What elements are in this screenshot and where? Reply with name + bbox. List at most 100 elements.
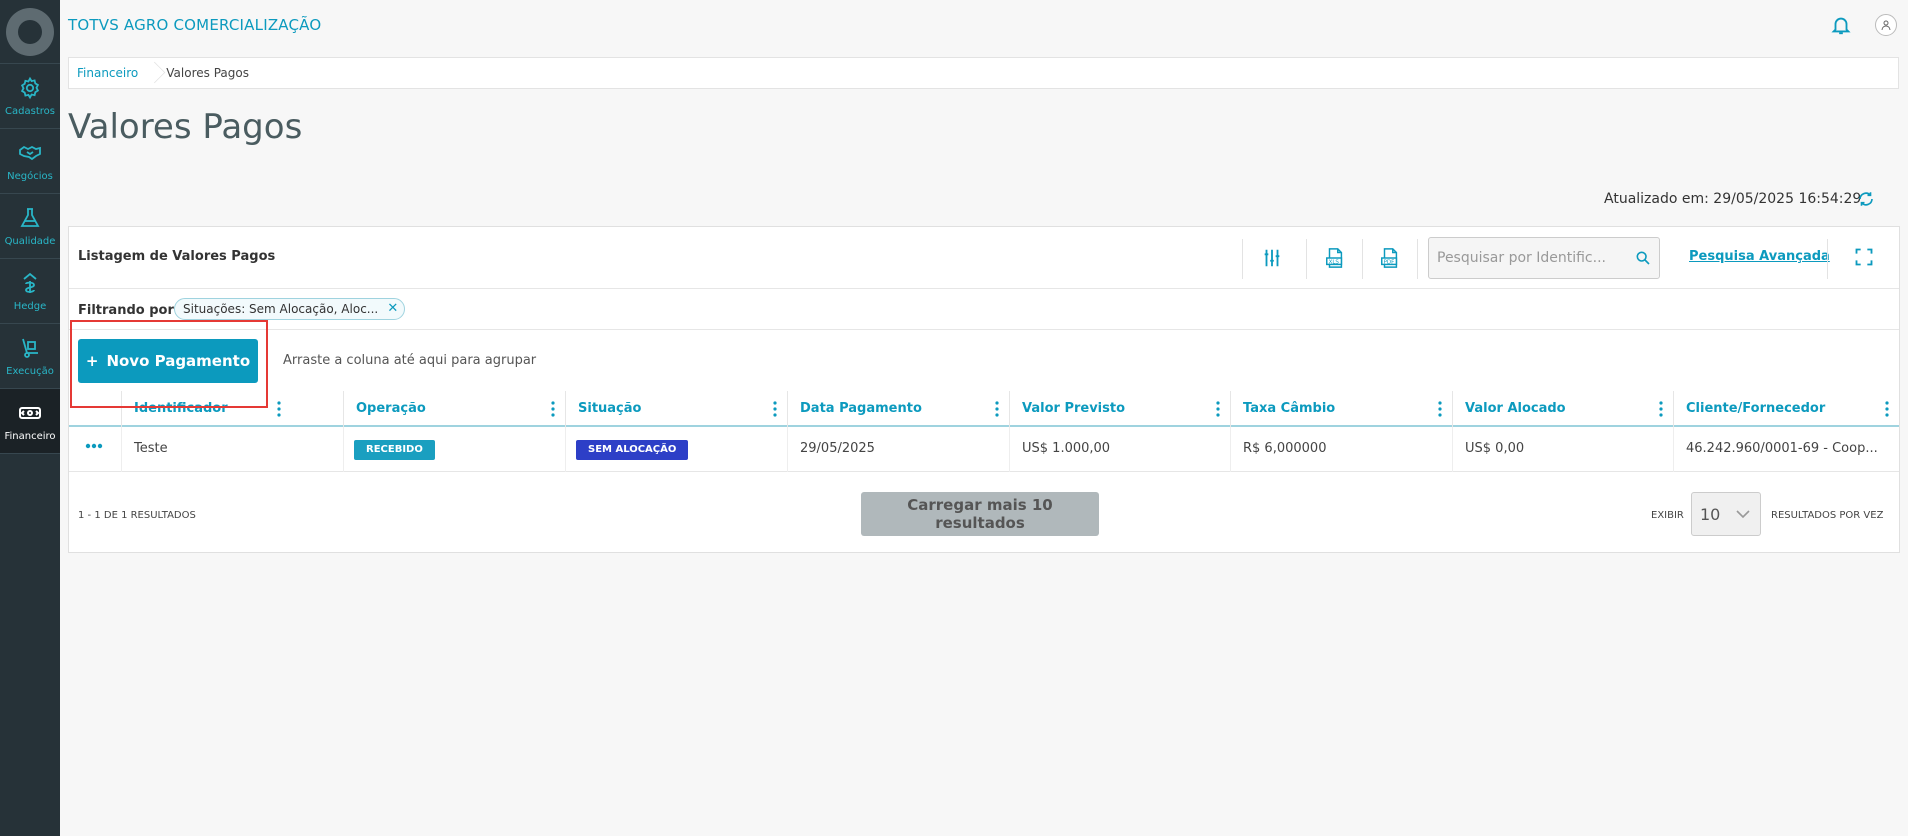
per-page-label: RESULTADOS POR VEZ xyxy=(1771,510,1884,521)
column-header-cliente-fornecedor[interactable]: Cliente/Fornecedor xyxy=(1673,391,1899,427)
column-header-valor-alocado[interactable]: Valor Alocado xyxy=(1452,391,1673,427)
refresh-icon[interactable] xyxy=(1857,190,1875,208)
last-updated-text: Atualizado em: 29/05/2025 16:54:29 xyxy=(1604,191,1862,207)
breadcrumb-current: Valores Pagos xyxy=(166,66,249,80)
sidebar-item-execucao[interactable]: Execução xyxy=(0,324,60,389)
show-label: EXIBIR xyxy=(1651,510,1684,521)
sidebar: Cadastros Negócios Qualidade Hedge Execu… xyxy=(0,0,60,836)
bell-icon[interactable] xyxy=(1830,14,1852,36)
sidebar-item-negocios[interactable]: Negócios xyxy=(0,129,60,194)
flask-icon xyxy=(20,207,40,227)
export-pdf-icon[interactable]: PDF xyxy=(1379,247,1401,269)
table-row[interactable]: Teste RECEBIDO SEM ALOCAÇÃO 29/05/2025 U… xyxy=(69,427,1899,472)
column-label: Cliente/Fornecedor xyxy=(1686,401,1826,416)
filter-chip-label: Situações: Sem Alocação, Aloc... xyxy=(183,302,379,316)
plus-icon: + xyxy=(85,352,99,370)
sidebar-item-financeiro[interactable]: Financeiro xyxy=(0,389,60,454)
group-drop-hint: Arraste a coluna até aqui para agrupar xyxy=(283,353,537,368)
status-badge-operacao: RECEBIDO xyxy=(354,440,435,460)
user-icon xyxy=(1881,20,1891,31)
column-header-taxa-cambio[interactable]: Taxa Câmbio xyxy=(1230,391,1452,427)
cell-value: R$ 6,000000 xyxy=(1243,441,1327,456)
column-header-valor-previsto[interactable]: Valor Previsto xyxy=(1009,391,1230,427)
column-menu-icon[interactable] xyxy=(1659,401,1663,417)
logo-icon xyxy=(6,7,54,56)
column-menu-icon[interactable] xyxy=(1438,401,1442,417)
column-header-operacao[interactable]: Operação xyxy=(343,391,565,427)
cell-value: US$ 0,00 xyxy=(1465,441,1525,456)
user-avatar-button[interactable] xyxy=(1875,14,1897,36)
export-xls-icon[interactable]: XLS xyxy=(1324,247,1346,269)
money-icon xyxy=(19,406,41,419)
sidebar-item-qualidade[interactable]: Qualidade xyxy=(0,194,60,259)
column-header-identificador[interactable]: Identificador xyxy=(121,391,291,427)
cell-identificador: Teste xyxy=(121,427,343,472)
top-header: TOTVS AGRO COMERCIALIZAÇÃO xyxy=(60,0,1908,50)
column-label: Valor Alocado xyxy=(1465,401,1566,416)
filter-label: Filtrando por: xyxy=(78,303,180,318)
cell-value: 29/05/2025 xyxy=(800,441,875,456)
list-title: Listagem de Valores Pagos xyxy=(78,249,276,264)
app-title: TOTVS AGRO COMERCIALIZAÇÃO xyxy=(68,16,322,34)
breadcrumb-link-financeiro[interactable]: Financeiro xyxy=(69,66,148,80)
sidebar-item-label: Qualidade xyxy=(4,235,56,247)
toolbar-divider xyxy=(1827,239,1828,279)
column-menu-icon[interactable] xyxy=(995,401,999,417)
sidebar-item-label: Execução xyxy=(6,365,54,377)
sidebar-item-hedge[interactable]: Hedge xyxy=(0,259,60,324)
column-label: Valor Previsto xyxy=(1022,401,1126,416)
group-row: + Novo Pagamento Arraste a coluna até aq… xyxy=(69,330,1899,391)
new-payment-button[interactable]: + Novo Pagamento xyxy=(78,339,258,383)
cell-data-pagamento: 29/05/2025 xyxy=(787,427,1009,472)
cell-value: US$ 1.000,00 xyxy=(1022,441,1111,456)
search-icon[interactable] xyxy=(1635,250,1651,266)
sidebar-item-cadastros[interactable]: Cadastros xyxy=(0,64,60,129)
toolbar-divider xyxy=(1306,239,1307,279)
breadcrumb-separator xyxy=(148,57,158,89)
totvs-logo[interactable] xyxy=(0,0,60,64)
column-label: Operação xyxy=(356,401,426,416)
cell-valor-previsto: US$ 1.000,00 xyxy=(1009,427,1230,472)
column-menu-icon[interactable] xyxy=(551,401,555,417)
column-label: Taxa Câmbio xyxy=(1243,401,1336,416)
column-menu-icon[interactable] xyxy=(277,401,281,417)
cell-valor-alocado: US$ 0,00 xyxy=(1452,427,1673,472)
hand-truck-icon xyxy=(22,338,38,358)
cell-situacao: SEM ALOCAÇÃO xyxy=(565,427,787,472)
sidebar-item-label: Financeiro xyxy=(4,430,56,442)
cell-operacao: RECEBIDO xyxy=(343,427,565,472)
cell-value: 46.242.960/0001-69 - Coop... xyxy=(1686,441,1878,456)
column-menu-icon[interactable] xyxy=(1216,401,1220,417)
fullscreen-icon[interactable] xyxy=(1854,247,1874,267)
table-header: Identificador Operação Situação Data Pag… xyxy=(69,391,1899,427)
column-menu-icon[interactable] xyxy=(1885,401,1889,417)
handshake-icon xyxy=(19,145,41,160)
sidebar-item-label: Hedge xyxy=(13,300,47,312)
per-page-value: 10 xyxy=(1700,505,1721,524)
filter-row: Filtrando por: Situações: Sem Alocação, … xyxy=(69,289,1899,330)
search-input[interactable] xyxy=(1437,248,1627,268)
toolbar-divider xyxy=(1362,239,1363,279)
column-header-data-pagamento[interactable]: Data Pagamento xyxy=(787,391,1009,427)
toolbar-divider xyxy=(1242,239,1243,279)
load-more-button[interactable]: Carregar mais 10 resultados xyxy=(861,492,1099,536)
page-title: Valores Pagos xyxy=(68,107,303,147)
cell-cliente-fornecedor: 46.242.960/0001-69 - Coop... xyxy=(1673,427,1899,472)
svg-text:XLS: XLS xyxy=(1329,260,1340,266)
column-header-situacao[interactable]: Situação xyxy=(565,391,787,427)
cell-value: Teste xyxy=(134,441,168,456)
results-count: 1 - 1 DE 1 RESULTADOS xyxy=(78,510,196,521)
filter-chip-situacoes[interactable]: Situações: Sem Alocação, Aloc... ✕ xyxy=(174,298,406,320)
advanced-search-link[interactable]: Pesquisa Avançada xyxy=(1689,249,1830,264)
per-page-select[interactable]: 10 xyxy=(1691,492,1761,536)
search-box xyxy=(1428,237,1660,279)
column-settings-icon[interactable] xyxy=(1261,247,1283,269)
gear-icon xyxy=(20,76,40,99)
remove-filter-icon[interactable]: ✕ xyxy=(387,299,398,319)
more-horizontal-icon[interactable] xyxy=(85,443,103,449)
column-label: Identificador xyxy=(134,401,228,416)
sidebar-item-label: Cadastros xyxy=(5,105,55,117)
cell-taxa-cambio: R$ 6,000000 xyxy=(1230,427,1452,472)
svg-text:PDF: PDF xyxy=(1384,260,1395,266)
column-menu-icon[interactable] xyxy=(773,401,777,417)
